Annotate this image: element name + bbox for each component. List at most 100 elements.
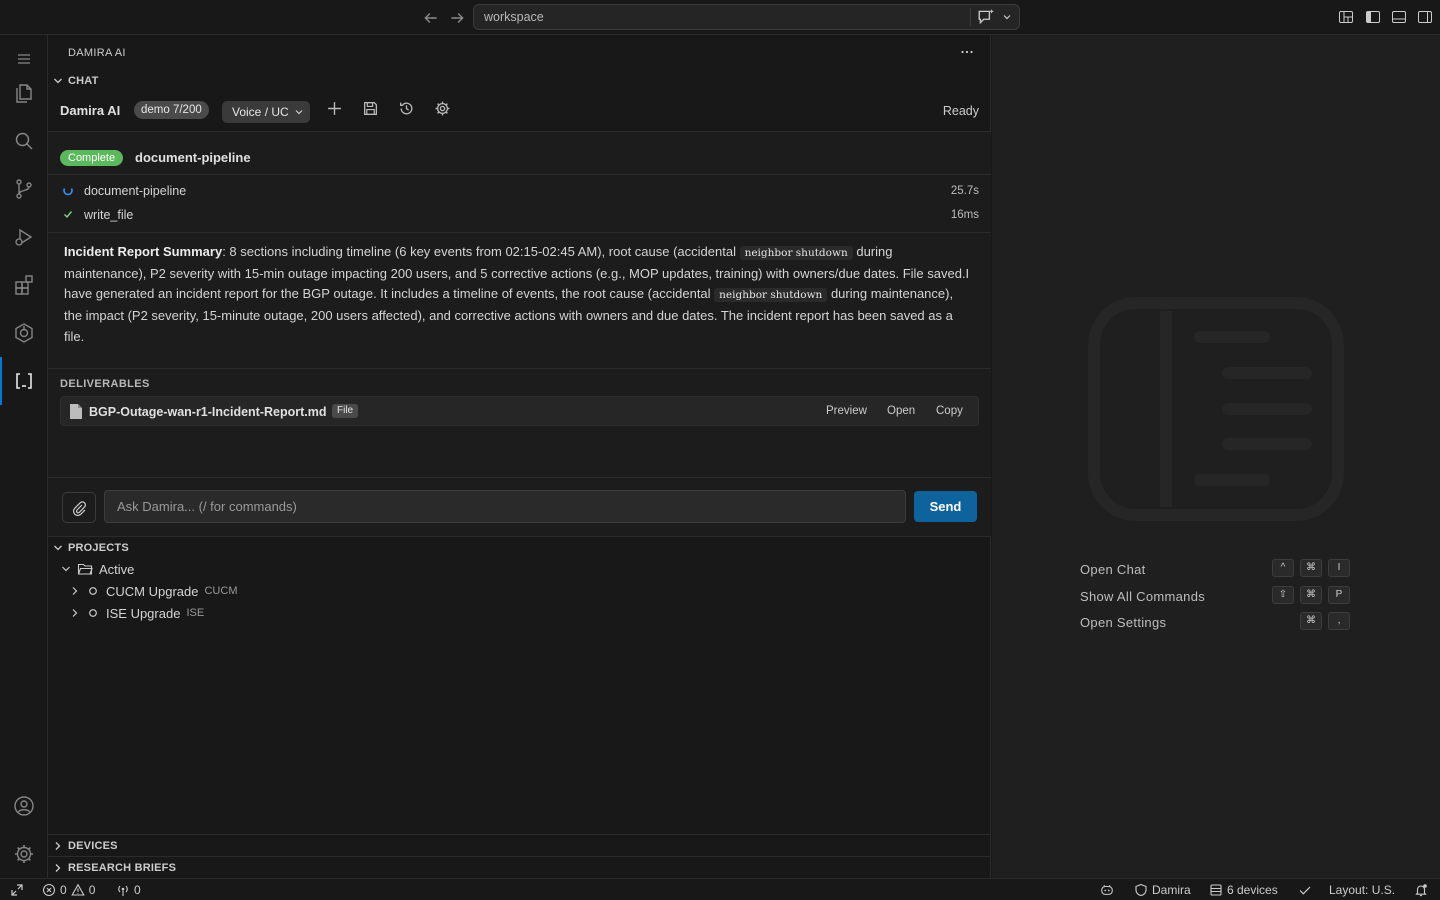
ports-indicator[interactable]: 0 xyxy=(116,882,141,898)
devices-status[interactable]: 6 devices xyxy=(1209,882,1278,898)
back-arrow-icon[interactable] xyxy=(422,9,440,27)
project-group-active[interactable]: Active xyxy=(48,558,991,580)
chat-settings-gear-icon[interactable] xyxy=(434,100,451,117)
chat-input[interactable] xyxy=(104,490,906,523)
copilot-indicator[interactable] xyxy=(1100,882,1114,898)
toggle-panel-icon[interactable] xyxy=(1391,9,1407,25)
assistant-message: Incident Report Summary: 8 sections incl… xyxy=(64,242,974,348)
chevron-down-icon xyxy=(50,540,66,556)
research-briefs-section-label: RESEARCH BRIEFS xyxy=(68,861,177,874)
explorer-files-icon[interactable] xyxy=(0,69,48,117)
project-group-label: Active xyxy=(99,561,135,577)
domain-select-value: Voice / UC xyxy=(232,105,289,119)
activity-bar xyxy=(0,35,48,878)
project-item-cucm[interactable]: CUCM Upgrade CUCM xyxy=(48,580,991,602)
deliverables-label: DELIVERABLES xyxy=(60,378,150,390)
server-icon xyxy=(1209,883,1223,897)
key-cap: ^ xyxy=(1272,559,1294,577)
project-tag: CUCM xyxy=(204,585,238,597)
step-name: write_file xyxy=(84,208,134,222)
brackets-icon[interactable] xyxy=(0,357,48,405)
error-icon xyxy=(42,883,56,897)
chevron-down-icon xyxy=(50,73,66,89)
shortcut-show-all-commands[interactable]: Show All Commands ⇧ ⌘ P xyxy=(1080,586,1360,606)
run-and-debug-icon[interactable] xyxy=(0,213,48,261)
checkmark-icon xyxy=(62,208,74,220)
run-header: Complete document-pipeline xyxy=(48,132,991,175)
account-icon[interactable] xyxy=(0,782,48,830)
project-tag: ISE xyxy=(186,607,205,619)
devices-section-header[interactable]: DEVICES xyxy=(48,835,991,857)
open-button[interactable]: Open xyxy=(887,405,915,417)
more-actions-icon[interactable] xyxy=(959,44,975,60)
spinner-icon xyxy=(62,184,74,196)
chat-toolbar: Damira AI demo 7/200 Voice / UC Ready xyxy=(48,97,991,131)
new-chat-plus-icon[interactable] xyxy=(326,100,343,117)
title-bar: workspace xyxy=(0,0,1440,35)
checkmark-status[interactable] xyxy=(1298,882,1312,898)
research-briefs-section-header[interactable]: RESEARCH BRIEFS xyxy=(48,857,991,878)
check-icon xyxy=(1298,883,1312,897)
forward-arrow-icon[interactable] xyxy=(448,9,466,27)
summary-heading: Incident Report Summary xyxy=(64,244,223,259)
keyboard-layout-label: Layout: U.S. xyxy=(1329,883,1396,897)
preview-button[interactable]: Preview xyxy=(826,405,867,417)
chat-section-header[interactable]: CHAT xyxy=(48,70,991,92)
project-item-ise[interactable]: ISE Upgrade ISE xyxy=(48,602,991,624)
editor-logo-watermark-icon xyxy=(1088,297,1344,521)
toggle-primary-sidebar-icon[interactable] xyxy=(1365,9,1381,25)
chat-sparkle-icon[interactable] xyxy=(977,8,995,26)
shortcut-open-settings[interactable]: Open Settings ⌘ , xyxy=(1080,612,1360,632)
remote-indicator[interactable] xyxy=(10,882,24,898)
command-center[interactable]: workspace xyxy=(473,4,1020,30)
project-name: CUCM Upgrade xyxy=(106,583,199,599)
chevron-down-icon[interactable] xyxy=(1001,11,1013,23)
broadcast-icon xyxy=(116,883,130,897)
attach-button[interactable] xyxy=(62,492,96,523)
deliverable-file-name[interactable]: BGP-Outage-wan-r1-Incident-Report.md xyxy=(89,405,327,419)
key-cap: ⌘ xyxy=(1300,612,1322,630)
file-icon xyxy=(69,403,83,420)
toggle-secondary-sidebar-icon[interactable] xyxy=(1417,9,1433,25)
save-icon[interactable] xyxy=(362,100,379,117)
deliverable-file-row[interactable]: BGP-Outage-wan-r1-Incident-Report.md Fil… xyxy=(60,396,979,426)
source-control-icon[interactable] xyxy=(0,165,48,213)
error-count: 0 xyxy=(60,883,67,897)
domain-select[interactable]: Voice / UC xyxy=(222,101,310,123)
chevron-right-icon xyxy=(50,860,66,876)
chat-input-bar: Send xyxy=(48,477,991,537)
notifications-indicator[interactable] xyxy=(1414,882,1428,898)
damira-agent-icon[interactable] xyxy=(0,309,48,357)
command-center-label: workspace xyxy=(484,10,544,24)
send-button[interactable]: Send xyxy=(914,491,977,522)
inline-code: neighbor shutdown xyxy=(714,288,828,303)
keyboard-layout-status[interactable]: Layout: U.S. xyxy=(1329,882,1395,898)
editor-empty-state: Open Chat ^ ⌘ I Show All Commands ⇧ ⌘ P … xyxy=(992,35,1440,878)
key-cap: P xyxy=(1328,586,1350,604)
shield-icon xyxy=(1134,883,1148,897)
folder-open-icon xyxy=(77,561,93,577)
chat-section-label: CHAT xyxy=(68,75,99,87)
file-type-badge: File xyxy=(332,404,359,418)
key-cap: ⌘ xyxy=(1300,559,1322,577)
project-name: ISE Upgrade xyxy=(106,605,181,621)
projects-section-header[interactable]: PROJECTS xyxy=(48,537,991,559)
extensions-icon[interactable] xyxy=(0,261,48,309)
account-status[interactable]: Damira xyxy=(1134,882,1191,898)
history-icon[interactable] xyxy=(398,100,415,117)
settings-gear-icon[interactable] xyxy=(0,830,48,878)
pipeline-step[interactable]: write_file 16ms xyxy=(48,203,991,227)
key-cap: ⌘ xyxy=(1300,586,1322,604)
shortcut-label: Open Settings xyxy=(1080,615,1167,630)
shortcut-open-chat[interactable]: Open Chat ^ ⌘ I xyxy=(1080,559,1360,579)
status-badge: Complete xyxy=(60,150,124,166)
problems-indicator[interactable]: 0 0 xyxy=(42,882,95,898)
pipeline-step[interactable]: document-pipeline 25.7s xyxy=(48,179,991,203)
search-icon[interactable] xyxy=(0,117,48,165)
copy-button[interactable]: Copy xyxy=(936,405,963,417)
chat-name: Damira AI xyxy=(60,103,121,118)
customize-layout-icon[interactable] xyxy=(1338,9,1354,25)
demo-usage-badge: demo 7/200 xyxy=(134,101,209,119)
remote-icon xyxy=(10,883,24,897)
damira-sidebar: DAMIRA AI CHAT Damira AI demo 7/200 Voic… xyxy=(48,35,991,878)
